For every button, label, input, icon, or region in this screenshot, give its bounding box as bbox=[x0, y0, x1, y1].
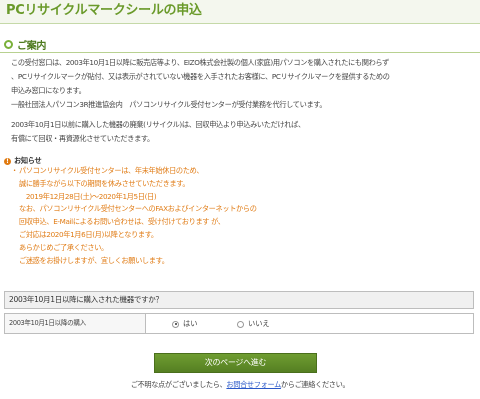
notice-line: 2019年12月28日(土)～2020年1月5日(日) bbox=[19, 191, 157, 201]
recycle-line: 有償にて回収・再資源化させていただきます。 bbox=[11, 134, 154, 143]
recycle-paragraph: 2003年10月1日以前に購入した機器の廃棄(リサイクル)は、回収申込より申込み… bbox=[11, 118, 473, 146]
question-options: はい いいえ bbox=[146, 314, 473, 333]
footer-note: ご不明な点がございましたら、お問合せフォームからご連絡ください。 bbox=[0, 380, 480, 390]
intro-line: 申込み窓口になります。 bbox=[11, 86, 86, 95]
notice-line: ご迷惑をお掛けしますが、宜しくお願いします。 bbox=[19, 255, 169, 265]
section-title: ご案内 bbox=[17, 41, 47, 52]
question-header: 2003年10月1日以降に購入された機器ですか？ bbox=[4, 291, 474, 309]
recycle-line: 2003年10月1日以前に購入した機器の廃棄(リサイクル)は、回収申込より申込み… bbox=[11, 120, 305, 129]
section-heading: ご案内 bbox=[4, 37, 46, 52]
intro-line: 、PCリサイクルマークが貼付、又は表示がされていない機器を入手されたお客様に、P… bbox=[11, 72, 390, 81]
notice-line: ご対応は2020年1月6日(月)以降となります。 bbox=[19, 229, 158, 239]
title-bar: PCリサイクルマークシールの申込 bbox=[0, 0, 480, 24]
notice-bullet: ・ bbox=[11, 166, 18, 175]
question-row-label: 2003年10月1日以降の購入 bbox=[5, 314, 146, 333]
intro-line: この受付窓口は、2003年10月1日以降に販売店等より、EIZO株式会社製の個人… bbox=[11, 58, 389, 67]
question-row: 2003年10月1日以降の購入 はい いいえ bbox=[4, 313, 474, 334]
contact-form-link[interactable]: お問合せフォーム bbox=[226, 380, 281, 389]
footer-text-before: ご不明な点がございましたら、 bbox=[130, 380, 227, 389]
notice-line: 誠に勝手ながら以下の期間を休みさせていただきます。 bbox=[19, 178, 190, 188]
notice-body: ・ パソコンリサイクル受付センターは、年末年始休日のため、 誠に勝手ながら以下の… bbox=[11, 165, 459, 267]
radio-yes-dot[interactable] bbox=[172, 320, 179, 328]
warning-icon: ! bbox=[4, 157, 11, 165]
radio-no-dot[interactable] bbox=[237, 320, 244, 328]
radio-yes-label: はい bbox=[183, 319, 198, 328]
section-divider bbox=[0, 52, 480, 53]
notice-line: あらかじめご了承ください。 bbox=[19, 242, 108, 252]
circle-icon bbox=[4, 40, 13, 49]
notice-line: 回収申込、E-Mailによるお問い合わせは、受け付けております が、 bbox=[19, 217, 225, 227]
intro-line: 一般社団法人パソコン3R推進協会内 パソコンリサイクル受付センターが受付業務を代… bbox=[11, 100, 327, 109]
radio-no[interactable]: いいえ bbox=[237, 319, 270, 329]
radio-no-label: いいえ bbox=[248, 319, 270, 328]
notice-line: なお、パソコンリサイクル受付センターへのFAXおよびインターネットからの bbox=[19, 204, 257, 214]
notice-line: パソコンリサイクル受付センターは、年末年始休日のため、 bbox=[19, 166, 204, 175]
next-page-button[interactable]: 次のページへ進む bbox=[154, 353, 317, 373]
intro-paragraph: この受付窓口は、2003年10月1日以降に販売店等より、EIZO株式会社製の個人… bbox=[11, 56, 473, 112]
page-title: PCリサイクルマークシールの申込 bbox=[6, 3, 202, 18]
footer-text-after: からご連絡ください。 bbox=[280, 380, 350, 389]
radio-yes[interactable]: はい bbox=[172, 319, 197, 329]
